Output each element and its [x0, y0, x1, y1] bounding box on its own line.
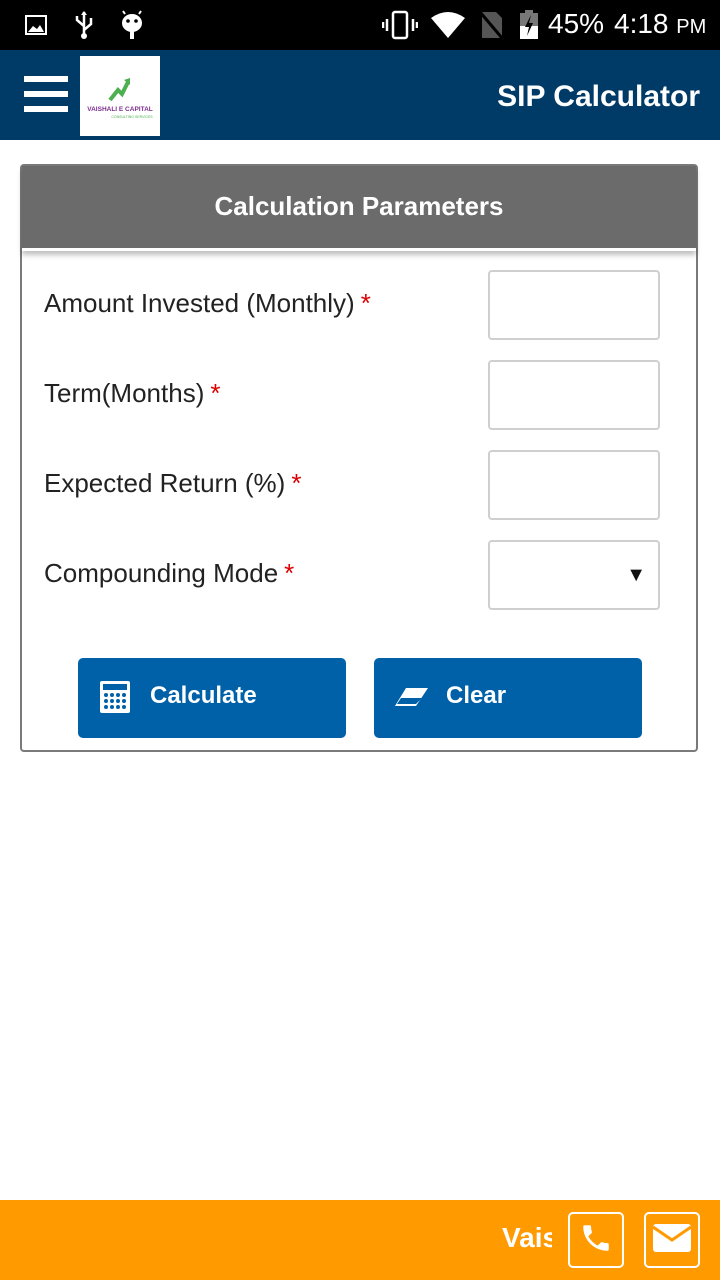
required-marker: * — [284, 558, 295, 588]
clock: 4:18 PM — [614, 8, 706, 40]
term-row: Term(Months) * — [44, 360, 680, 430]
compounding-mode-select[interactable]: ▼ — [488, 540, 660, 610]
status-bar: 45% 4:18 PM — [0, 0, 720, 50]
panel-title: Calculation Parameters — [22, 166, 696, 251]
image-icon — [24, 10, 48, 40]
calculate-button[interactable]: Calculate — [78, 658, 346, 738]
usb-icon — [72, 10, 96, 40]
dropdown-arrow-icon: ▼ — [626, 564, 646, 586]
return-label-text: Expected Return (%) — [44, 468, 286, 498]
term-field-box — [488, 360, 660, 430]
return-row: Expected Return (%) * — [44, 450, 680, 520]
calculate-label: Calculate — [150, 682, 257, 709]
return-field-box — [488, 450, 660, 520]
term-input[interactable] — [490, 362, 658, 428]
call-button[interactable] — [568, 1212, 624, 1268]
email-icon — [652, 1223, 692, 1258]
return-input[interactable] — [490, 452, 658, 518]
calculation-panel: Calculation Parameters Amount Invested (… — [20, 164, 698, 752]
email-button[interactable] — [644, 1212, 700, 1268]
phone-icon — [579, 1221, 613, 1260]
clock-suffix: PM — [676, 16, 707, 38]
android-debug-icon — [118, 10, 146, 40]
logo-text: VAISHALI E CAPITAL — [87, 106, 153, 113]
amount-label-text: Amount Invested (Monthly) — [44, 288, 355, 318]
return-label: Expected Return (%) * — [44, 468, 301, 499]
required-marker: * — [291, 468, 302, 498]
term-label: Term(Months) * — [44, 378, 220, 409]
footer-bar: Vaishali E Capital — [0, 1200, 720, 1280]
wifi-icon — [430, 10, 466, 40]
calculator-icon — [98, 680, 132, 714]
battery-charging-icon — [518, 10, 540, 40]
compounding-label: Compounding Mode * — [44, 558, 294, 589]
required-marker: * — [360, 288, 371, 318]
clock-time: 4:18 — [614, 8, 669, 39]
amount-label: Amount Invested (Monthly) * — [44, 288, 371, 319]
amount-input[interactable] — [490, 272, 658, 338]
hamburger-icon[interactable] — [24, 76, 68, 114]
clear-label: Clear — [446, 682, 507, 709]
clear-button[interactable]: Clear — [374, 658, 642, 738]
page-title: SIP Calculator — [497, 80, 700, 113]
logo: VAISHALI E CAPITAL CONSULTING SERVICES — [80, 56, 160, 136]
no-sim-icon — [478, 10, 504, 40]
eraser-icon — [394, 680, 428, 714]
amount-field-box — [488, 270, 660, 340]
app-bar: VAISHALI E CAPITAL CONSULTING SERVICES S… — [0, 50, 720, 140]
logo-tagline: CONSULTING SERVICES — [111, 115, 153, 119]
amount-row: Amount Invested (Monthly) * — [44, 270, 680, 340]
compounding-label-text: Compounding Mode — [44, 558, 279, 588]
vibrate-icon — [382, 10, 418, 40]
compounding-row: Compounding Mode * ▼ — [44, 540, 680, 610]
battery-percent: 45% — [548, 8, 605, 39]
term-label-text: Term(Months) — [44, 378, 205, 408]
footer-marquee-text: Vaishali E Capital — [502, 1222, 552, 1253]
required-marker: * — [210, 378, 221, 408]
